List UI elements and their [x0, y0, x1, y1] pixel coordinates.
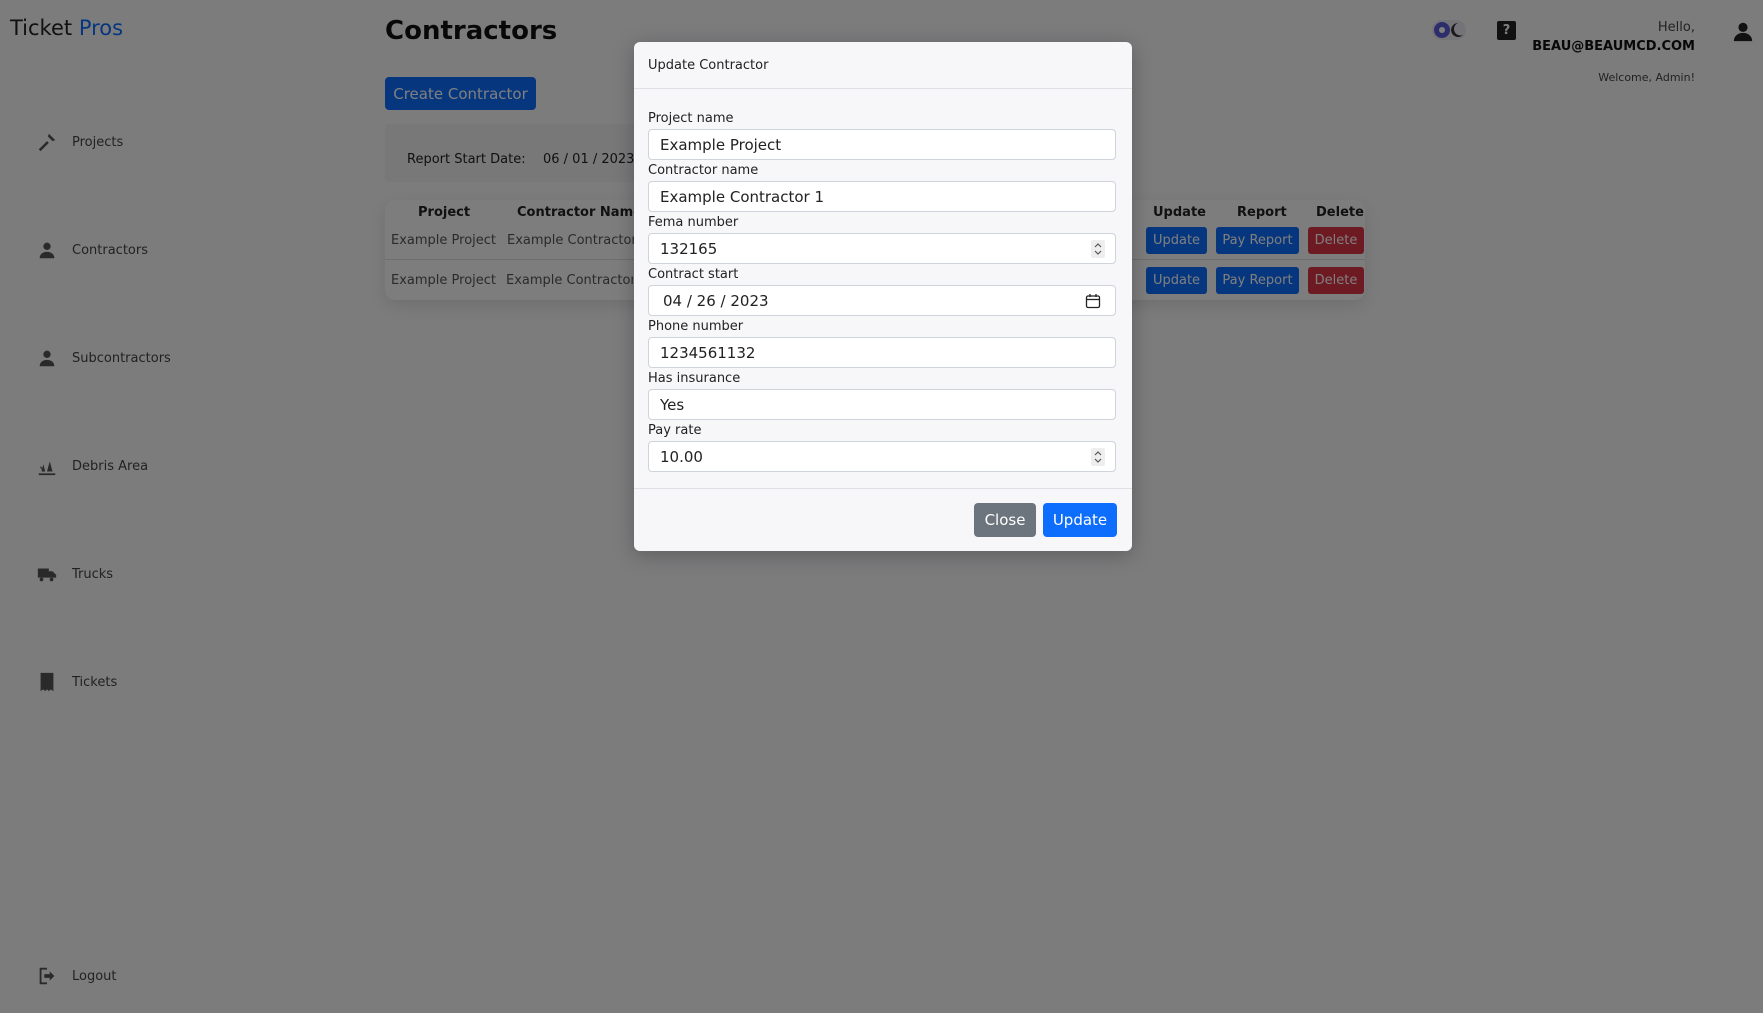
pay-rate-input[interactable]: [649, 442, 1060, 471]
has-insurance-field[interactable]: [648, 389, 1116, 420]
fema-number-field[interactable]: [648, 233, 1116, 264]
project-name-label: Project name: [648, 111, 734, 126]
pay-rate-label: Pay rate: [648, 423, 702, 438]
close-button[interactable]: Close: [974, 503, 1036, 537]
stepper-arrows-icon: [1094, 243, 1102, 255]
pay-rate-field[interactable]: [648, 441, 1116, 472]
has-insurance-label: Has insurance: [648, 371, 741, 386]
update-contractor-modal: Update Contractor Project name Contracto…: [634, 42, 1132, 551]
contract-start-input[interactable]: [649, 286, 1063, 315]
fema-number-label: Fema number: [648, 215, 739, 230]
has-insurance-input[interactable]: [649, 390, 1060, 419]
project-name-field[interactable]: [648, 129, 1116, 160]
contractor-name-input[interactable]: [649, 182, 1060, 211]
contractor-name-field[interactable]: [648, 181, 1116, 212]
stepper-arrows-icon: [1094, 451, 1102, 463]
update-button[interactable]: Update: [1043, 503, 1117, 537]
phone-number-label: Phone number: [648, 319, 744, 334]
fema-number-input[interactable]: [649, 234, 1060, 263]
calendar-icon[interactable]: [1085, 293, 1101, 309]
project-name-input[interactable]: [649, 130, 1060, 159]
modal-footer-divider: [634, 488, 1132, 489]
fema-number-stepper[interactable]: [1091, 240, 1105, 258]
modal-title: Update Contractor: [648, 58, 769, 73]
contract-start-field[interactable]: [648, 285, 1116, 316]
phone-number-field[interactable]: [648, 337, 1116, 368]
contractor-name-label: Contractor name: [648, 163, 759, 178]
pay-rate-stepper[interactable]: [1091, 448, 1105, 466]
phone-number-input[interactable]: [649, 338, 1060, 367]
contract-start-label: Contract start: [648, 267, 739, 282]
